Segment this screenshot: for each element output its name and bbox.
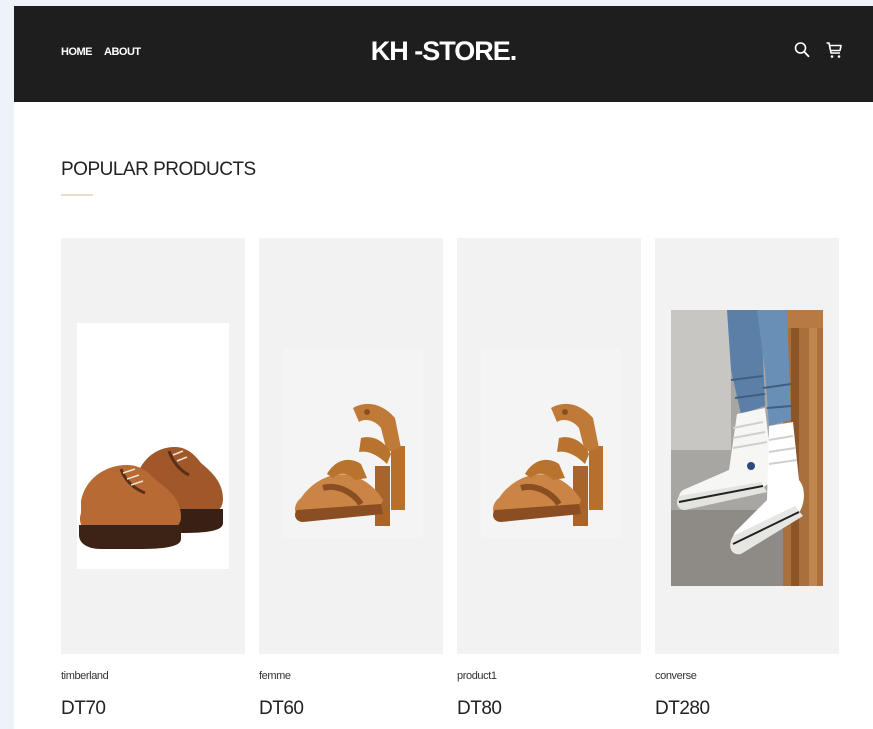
product-price: DT60 (259, 698, 304, 719)
cart-icon[interactable] (825, 40, 843, 60)
product-name[interactable]: femme (259, 670, 443, 684)
product-card-product1[interactable]: product1 DT80 (457, 238, 641, 720)
product-image-sneakers (671, 310, 823, 586)
product-card-femme[interactable]: femme DT60 (259, 238, 443, 720)
product-image-sandals (295, 403, 405, 526)
product-photo (671, 310, 823, 586)
product-name[interactable]: product1 (457, 670, 641, 684)
product-grid: timberland DT70 femme DT60 product1 DT80… (61, 238, 839, 720)
product-image-box[interactable] (61, 238, 245, 654)
product-card-converse[interactable]: converse DT280 (655, 238, 839, 720)
search-icon[interactable] (793, 40, 811, 60)
product-price: DT280 (655, 698, 710, 719)
product-photo (77, 323, 229, 569)
product-card-timberland[interactable]: timberland DT70 (61, 238, 245, 720)
product-name[interactable]: timberland (61, 670, 245, 684)
product-name[interactable]: converse (655, 670, 839, 684)
product-price: DT70 (61, 698, 106, 719)
nav-icons (793, 40, 843, 60)
section-title: POPULAR PRODUCTS (61, 159, 256, 180)
title-underline (61, 194, 93, 196)
product-image-box[interactable] (655, 238, 839, 654)
product-image-box[interactable] (457, 238, 641, 654)
page: HOME ABOUT KH -STORE. POPULAR PRODUCTS t… (14, 6, 873, 729)
product-image-shoes (79, 447, 223, 549)
product-photo (283, 348, 423, 538)
top-navbar: HOME ABOUT KH -STORE. (14, 6, 873, 102)
product-price: DT80 (457, 698, 502, 719)
product-image-box[interactable] (259, 238, 443, 654)
product-photo (481, 348, 621, 538)
brand-logo[interactable]: KH -STORE. (14, 36, 873, 67)
product-image-sandals (493, 403, 603, 526)
